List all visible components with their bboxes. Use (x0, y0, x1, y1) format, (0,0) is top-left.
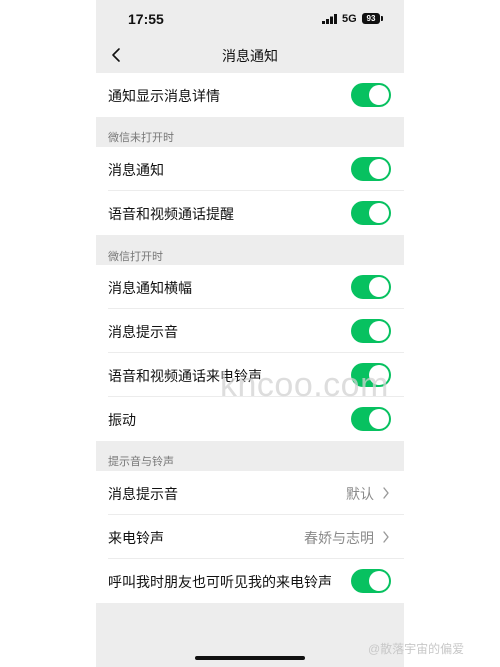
settings-row-vibrate: 振动 (96, 397, 404, 441)
section-header-sounds: 提示音与铃声 (108, 456, 174, 468)
settings-row-voice-video-alert: 语音和视频通话提醒 (96, 191, 404, 235)
battery-icon: 93 (362, 13, 383, 24)
settings-row-msg-sound: 消息提示音 (96, 309, 404, 353)
toggle-knob (369, 277, 389, 297)
row-label: 语音和视频通话来电铃声 (108, 368, 262, 384)
friends-hear-toggle[interactable] (351, 569, 391, 593)
msg-sound-toggle[interactable] (351, 319, 391, 343)
status-bar: 17:55 5G 93 (96, 0, 404, 38)
row-label: 语音和视频通话提醒 (108, 206, 234, 222)
settings-row-friends-hear: 呼叫我时朋友也可听见我的来电铃声 (96, 559, 404, 603)
toggle-knob (369, 203, 389, 223)
vibrate-toggle[interactable] (351, 407, 391, 431)
row-label: 消息通知横幅 (108, 280, 192, 296)
toggle-knob (369, 321, 389, 341)
row-label: 振动 (108, 412, 136, 428)
settings-row-call-ringtone: 语音和视频通话来电铃声 (96, 353, 404, 397)
page-title: 消息通知 (222, 48, 278, 64)
home-indicator[interactable] (195, 656, 305, 660)
nav-bar: 消息通知 (96, 38, 404, 72)
voice-video-alert-toggle[interactable] (351, 201, 391, 225)
settings-row-msg-notify: 消息通知 (96, 147, 404, 191)
toggle-knob (369, 85, 389, 105)
msg-notify-toggle[interactable] (351, 157, 391, 181)
call-ringtone-toggle[interactable] (351, 363, 391, 387)
section-header-open: 微信打开时 (108, 251, 163, 263)
show-details-toggle[interactable] (351, 83, 391, 107)
row-value: 春娇与志明 (304, 530, 374, 546)
phone-screen: 17:55 5G 93 消息通知 通知显示消息详情 微信未打开时 消息通知 语音… (96, 0, 404, 667)
chevron-right-icon (383, 487, 389, 499)
banner-toggle[interactable] (351, 275, 391, 299)
section-header-not-open: 微信未打开时 (108, 132, 174, 144)
toggle-knob (369, 571, 389, 591)
row-value: 默认 (346, 486, 374, 502)
row-label: 消息提示音 (108, 324, 178, 340)
row-label: 通知显示消息详情 (108, 88, 220, 104)
settings-row-show-details: 通知显示消息详情 (96, 73, 404, 117)
chevron-right-icon (383, 531, 389, 543)
toggle-knob (369, 159, 389, 179)
network-type: 5G (342, 13, 357, 25)
status-time: 17:55 (128, 11, 164, 27)
toggle-knob (369, 365, 389, 385)
settings-row-msg-sound-select[interactable]: 消息提示音 默认 (96, 471, 404, 515)
row-label: 呼叫我时朋友也可听见我的来电铃声 (108, 574, 332, 590)
row-label: 来电铃声 (108, 530, 164, 546)
row-label: 消息通知 (108, 162, 164, 178)
row-label: 消息提示音 (108, 486, 178, 502)
toggle-knob (369, 409, 389, 429)
settings-row-ringtone-select[interactable]: 来电铃声 春娇与志明 (96, 515, 404, 559)
signal-bars-icon (322, 14, 337, 24)
settings-row-banner: 消息通知横幅 (96, 265, 404, 309)
